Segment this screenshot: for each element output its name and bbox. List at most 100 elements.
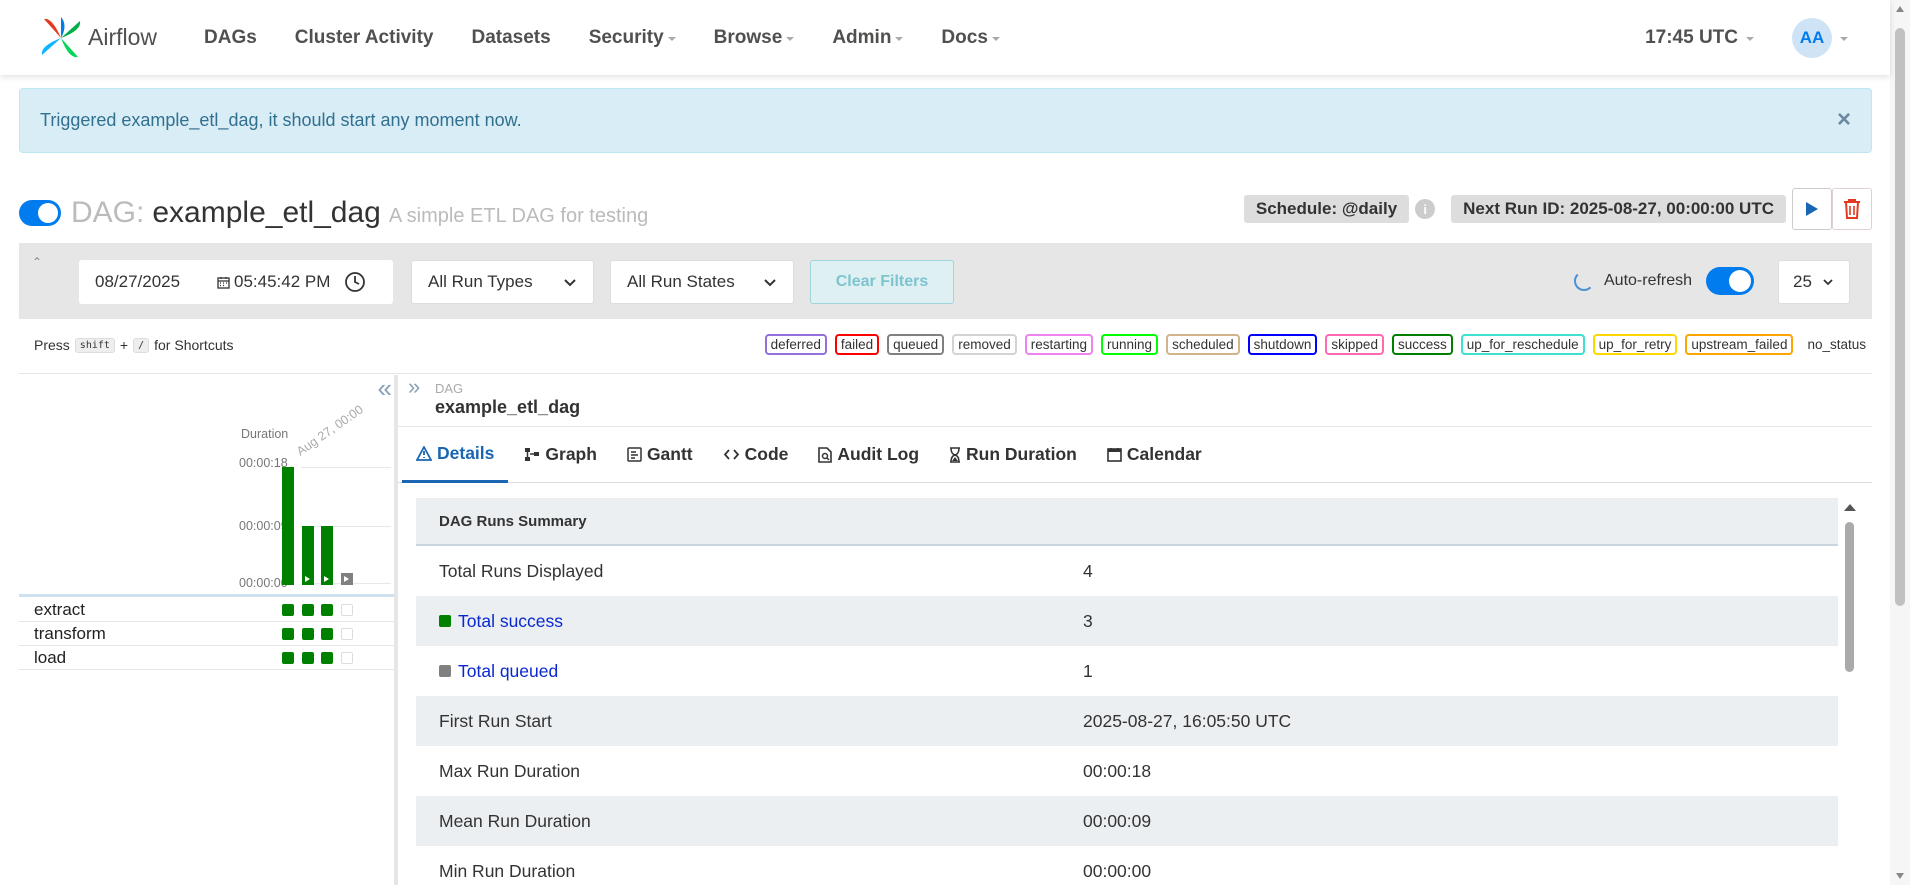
task-instance-cell[interactable] <box>302 628 314 640</box>
task-row[interactable]: load <box>19 646 394 670</box>
airflow-logo[interactable]: Airflow <box>38 15 188 61</box>
dag-run-bar[interactable] <box>282 467 294 585</box>
scroll-up-icon[interactable] <box>1896 6 1904 12</box>
task-row[interactable]: transform <box>19 622 394 646</box>
table-row: First Run Start 2025-08-27, 16:05:50 UTC <box>416 696 1838 746</box>
task-instance-cell[interactable] <box>302 604 314 616</box>
task-instance-cell[interactable] <box>341 628 353 640</box>
page-scrollbar[interactable] <box>1890 0 1910 885</box>
duration-tick: 00:00:09 <box>239 519 288 533</box>
tab-gantt[interactable]: Gantt <box>627 427 693 483</box>
state-failed[interactable]: failed <box>834 334 880 355</box>
breadcrumb-label: DAG <box>435 381 464 396</box>
state-deferred[interactable]: deferred <box>764 334 827 355</box>
brand-name: Airflow <box>88 24 158 50</box>
info-icon[interactable]: i <box>1415 199 1436 219</box>
state-upstream-failed[interactable]: upstream_failed <box>1685 334 1794 355</box>
tab-audit-log[interactable]: Audit Log <box>818 427 919 483</box>
dag-run-bar[interactable] <box>302 526 314 585</box>
trigger-dag-button[interactable] <box>1792 188 1832 230</box>
base-date-input[interactable]: 08/27/2025 05:45:42 PM <box>79 260 393 304</box>
schedule-badge: Schedule: @daily <box>1243 195 1410 223</box>
auto-refresh-toggle[interactable] <box>1706 267 1755 295</box>
user-menu[interactable]: AA <box>1792 17 1848 58</box>
state-shutdown[interactable]: shutdown <box>1247 334 1318 355</box>
state-up-for-retry[interactable]: up_for_retry <box>1592 334 1678 355</box>
chevron-down-icon <box>1823 279 1833 286</box>
scrollbar-thumb[interactable] <box>1845 522 1854 672</box>
tab-calendar[interactable]: Calendar <box>1107 427 1202 483</box>
nav-security[interactable]: Security <box>589 27 676 49</box>
state-queued[interactable]: queued <box>887 334 945 355</box>
nav-docs[interactable]: Docs <box>941 27 1000 49</box>
nav-datasets[interactable]: Datasets <box>471 27 550 49</box>
task-row[interactable]: extract <box>19 598 394 622</box>
state-success[interactable]: success <box>1391 334 1453 355</box>
task-instance-cell[interactable] <box>302 652 314 664</box>
queued-swatch <box>439 665 451 677</box>
clock-icon[interactable] <box>344 271 366 293</box>
clock-label: 17:45 UTC <box>1645 26 1738 48</box>
tab-run-duration[interactable]: Run Duration <box>949 427 1077 483</box>
state-restarting[interactable]: restarting <box>1024 334 1094 355</box>
delete-dag-button[interactable] <box>1832 188 1872 230</box>
duration-tick: 00:00:00 <box>239 576 288 590</box>
breadcrumb[interactable]: example_etl_dag <box>435 397 580 418</box>
nav-admin[interactable]: Admin <box>832 27 904 49</box>
scrollbar-thumb[interactable] <box>1895 28 1905 606</box>
num-runs-select[interactable]: 25 <box>1778 260 1850 304</box>
tab-label: Calendar <box>1126 444 1202 464</box>
date-value: 08/27/2025 <box>95 272 181 291</box>
shortcuts-hint[interactable]: Press shift + / for Shortcuts <box>34 337 234 353</box>
total-success-link[interactable]: Total success <box>416 611 1083 632</box>
hourglass-icon <box>950 446 961 463</box>
tab-details[interactable]: Details <box>402 427 509 483</box>
tab-graph[interactable]: Graph <box>524 427 597 483</box>
play-icon <box>324 576 329 582</box>
task-instance-cell[interactable] <box>341 604 353 616</box>
close-icon[interactable]: × <box>1837 108 1851 132</box>
run-date-label: Aug 27, 00:00 <box>294 402 366 459</box>
state-skipped[interactable]: skipped <box>1325 334 1384 355</box>
total-queued-link[interactable]: Total queued <box>416 661 1083 682</box>
task-instance-cell[interactable] <box>282 604 294 616</box>
slash-key: / <box>133 337 150 353</box>
task-instance-cell[interactable] <box>321 628 333 640</box>
timezone-clock[interactable]: 17:45 UTC <box>1645 27 1754 49</box>
state-no-status[interactable]: no_status <box>1801 334 1872 355</box>
summary-header: DAG Runs Summary <box>416 498 1838 546</box>
collapse-left-icon[interactable]: « <box>378 375 392 401</box>
task-instance-cell[interactable] <box>282 652 294 664</box>
scroll-up-icon[interactable] <box>1844 504 1856 511</box>
state-scheduled[interactable]: scheduled <box>1166 334 1240 355</box>
run-state-select[interactable]: All Run States <box>610 260 794 304</box>
clear-filters-button[interactable]: Clear Filters <box>810 260 954 304</box>
task-instance-cell[interactable] <box>282 628 294 640</box>
task-instance-cell[interactable] <box>321 652 333 664</box>
row-value: 1 <box>1083 660 1093 681</box>
details-scrollbar[interactable] <box>1841 498 1857 885</box>
dag-run-bar[interactable] <box>341 573 353 585</box>
task-instance-cell[interactable] <box>321 604 333 616</box>
nav-dags[interactable]: DAGs <box>204 27 257 49</box>
caret-down-icon <box>895 37 904 41</box>
calendar-icon[interactable] <box>217 276 230 289</box>
filter-bar: ⌃ 08/27/2025 05:45:42 PM All Run Types A… <box>19 243 1872 319</box>
scroll-down-icon[interactable] <box>1896 873 1904 879</box>
nav-browse-label: Browse <box>713 26 783 48</box>
tab-label: Run Duration <box>966 444 1077 464</box>
tab-code[interactable]: Code <box>723 427 788 483</box>
state-removed[interactable]: removed <box>952 334 1017 355</box>
dag-pause-toggle[interactable] <box>19 200 61 226</box>
state-running[interactable]: running <box>1101 334 1159 355</box>
state-up-for-reschedule[interactable]: up_for_reschedule <box>1460 334 1585 355</box>
nav-browse[interactable]: Browse <box>714 27 795 49</box>
shortcuts-suffix: for Shortcuts <box>154 337 234 353</box>
collapse-up-icon[interactable]: ⌃ <box>32 255 42 269</box>
task-instance-cell[interactable] <box>341 652 353 664</box>
nav-cluster-activity[interactable]: Cluster Activity <box>295 27 434 49</box>
auto-refresh-label: Auto-refresh <box>1604 272 1693 289</box>
run-type-select[interactable]: All Run Types <box>411 260 594 304</box>
expand-right-icon[interactable]: » <box>408 375 420 399</box>
dag-run-bar[interactable] <box>321 526 333 585</box>
